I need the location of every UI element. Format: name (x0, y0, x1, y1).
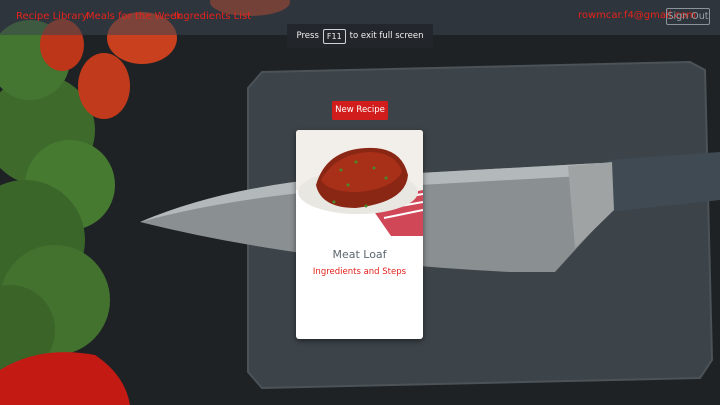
nav-link-ingredients-list[interactable]: Ingredients List (174, 11, 251, 22)
recipe-title: Meat Loaf (332, 248, 387, 261)
new-recipe-button[interactable]: New Recipe (332, 101, 388, 120)
ingredients-and-steps-link[interactable]: Ingredients and Steps (296, 267, 423, 277)
fullscreen-notice: Press F11 to exit full screen (287, 24, 433, 48)
f11-key: F11 (322, 28, 346, 44)
recipe-image (296, 130, 423, 236)
fullscreen-notice-suffix: to exit full screen (349, 31, 424, 41)
recipe-card[interactable]: Meat Loaf Ingredients and Steps (296, 130, 423, 339)
nav-link-meals-for-the-week[interactable]: Meals for the Week (86, 11, 182, 22)
fullscreen-notice-prefix: Press (296, 31, 319, 41)
nav-link-recipe-library[interactable]: Recipe Library (16, 11, 88, 22)
sign-out-button[interactable]: Sign Out (666, 8, 710, 25)
